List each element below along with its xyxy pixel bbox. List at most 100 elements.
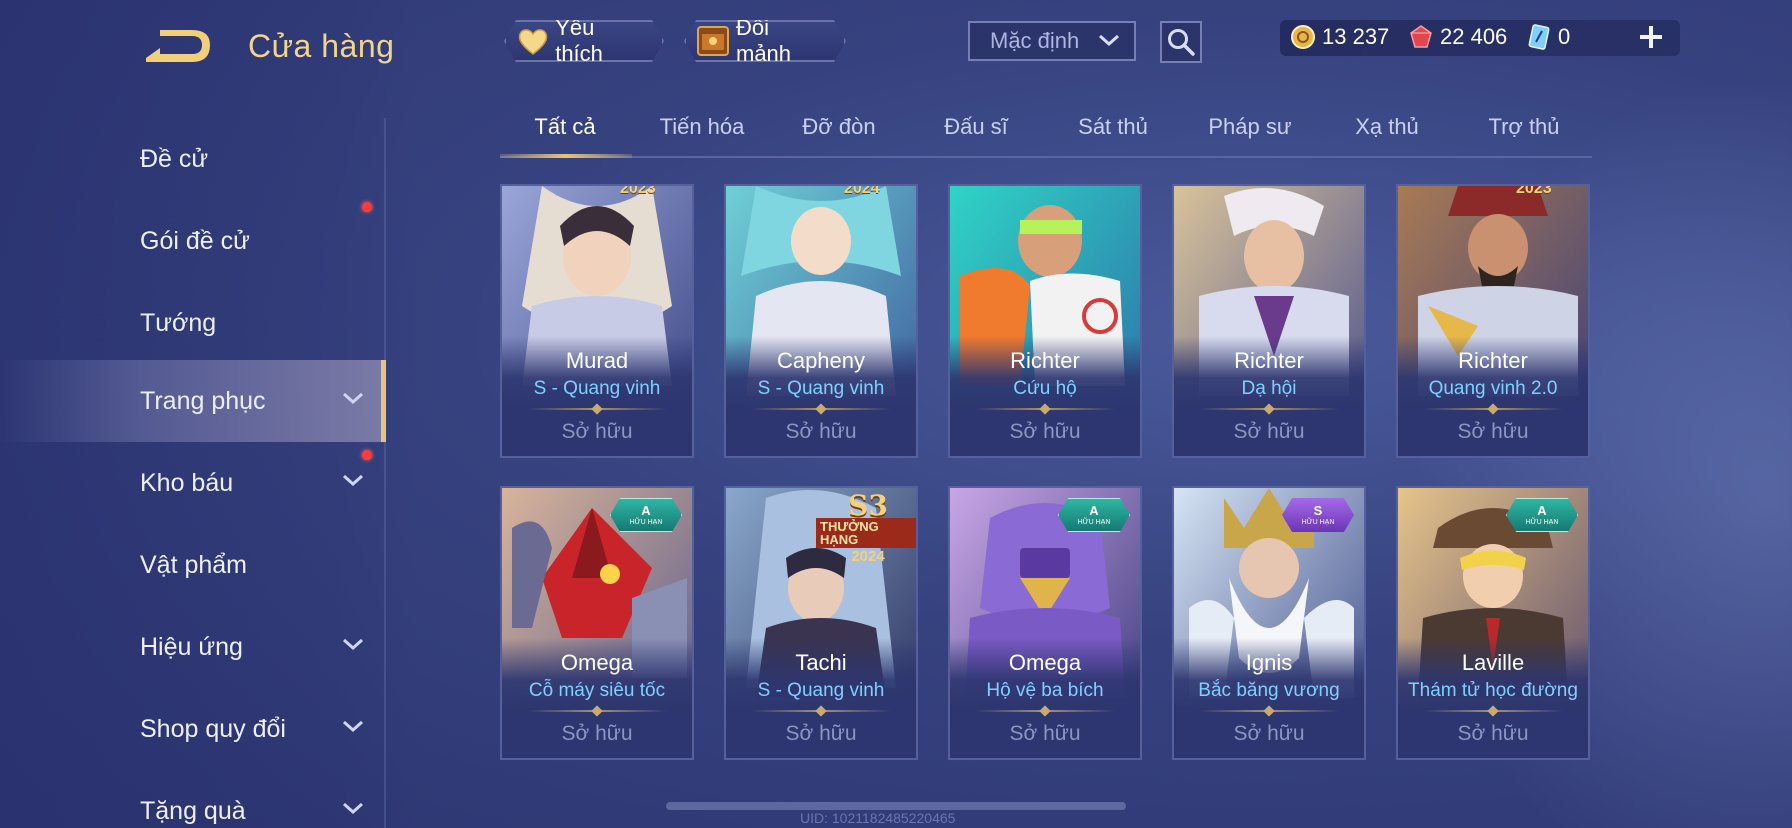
horizontal-scrollbar[interactable]: [666, 802, 1126, 810]
sidebar-item-label: Gói đề cử: [140, 226, 250, 255]
hero-name: Omega: [560, 650, 634, 675]
exchange-label: Đổi mảnh: [736, 15, 792, 66]
treasure-chest-icon: [696, 24, 730, 58]
skin-card[interactable]: A HỮU HẠN Omega Cỗ máy siêu tốc Sở hữu: [500, 486, 694, 760]
owned-status: Sở hữu: [785, 420, 857, 443]
owned-status: Sở hữu: [1233, 722, 1305, 745]
ruby-amount: 22 406: [1440, 24, 1508, 49]
owned-status: Sở hữu: [561, 420, 633, 443]
year-tag: 2024: [844, 184, 880, 197]
sidebar-item-skins[interactable]: Trang phục: [0, 360, 386, 442]
skin-card[interactable]: S HỮU HẠN Ignis Bắc băng vương Sở hữu: [1172, 486, 1366, 760]
sidebar-item-items[interactable]: Vật phẩm: [0, 524, 386, 606]
tab-evolution[interactable]: Tiến hóa: [637, 114, 767, 154]
favorites-label: Yêu thích: [555, 15, 603, 66]
search-button[interactable]: [1160, 21, 1202, 63]
sidebar-item-label: Trang phục: [140, 386, 266, 415]
sidebar-item-label: Hiệu ứng: [140, 632, 243, 661]
sidebar-item-label: Shop quy đổi: [140, 714, 286, 743]
skin-name: Bắc băng vương: [1198, 680, 1340, 701]
skin-card[interactable]: 2023 Richter Quang vinh 2.0 Sở hữu: [1396, 184, 1590, 458]
skin-card[interactable]: A HỮU HẠN Laville Thám tử học đường Sở hữ…: [1396, 486, 1590, 760]
tab-marksman[interactable]: Xạ thủ: [1322, 114, 1452, 154]
hero-name: Ignis: [1245, 650, 1293, 675]
back-button[interactable]: [140, 24, 216, 68]
plus-icon: [1640, 26, 1662, 48]
hero-name: Capheny: [776, 348, 866, 373]
tab-fighter[interactable]: Đấu sĩ: [911, 114, 1041, 154]
exchange-fragments-button[interactable]: Đổi mảnh: [684, 20, 846, 62]
owned-status: Sở hữu: [1233, 420, 1305, 443]
hero-name: Laville: [1461, 650, 1525, 675]
favorites-button[interactable]: Yêu thích: [504, 20, 664, 62]
back-arrow-icon: [146, 30, 210, 62]
chevron-down-icon: [343, 638, 363, 651]
sidebar-item-heroes[interactable]: Tướng: [0, 282, 386, 364]
year-tag: 2023: [620, 184, 656, 197]
hero-name: Richter: [1010, 348, 1080, 373]
chevron-down-icon: [1099, 34, 1119, 47]
skin-card[interactable]: S3 THƯỞNG HẠNG 2024 Tachi S - Quang vinh…: [724, 486, 918, 760]
hero-name: Omega: [1008, 650, 1082, 675]
skin-card[interactable]: 2023 Murad S - Quang vinh Sở hữu: [500, 184, 694, 458]
skin-name: Cỗ máy siêu tốc: [528, 680, 666, 701]
notification-dot: [362, 450, 372, 460]
tab-assassin[interactable]: Sát thủ: [1048, 114, 1178, 154]
tab-support[interactable]: Trợ thủ: [1459, 114, 1589, 154]
sidebar-item-exchange-shop[interactable]: Shop quy đổi: [0, 688, 386, 770]
tier-badge: S HỮU HẠN: [1282, 498, 1354, 532]
tab-tank[interactable]: Đỡ đòn: [774, 114, 904, 154]
sidebar-item-label: Vật phẩm: [140, 550, 248, 579]
skin-card[interactable]: Richter Cứu hộ Sở hữu: [948, 184, 1142, 458]
sidebar-item-treasure[interactable]: Kho báu: [0, 442, 386, 524]
add-currency-button[interactable]: [1634, 20, 1668, 54]
sidebar-item-label: Tặng quà: [140, 796, 246, 825]
sidebar-item-gifts[interactable]: Tặng quà: [0, 770, 386, 828]
hero-name: Tachi: [795, 650, 847, 675]
owned-status: Sở hữu: [561, 722, 633, 745]
chevron-down-icon: [343, 802, 363, 815]
skin-card[interactable]: A HỮU HẠN Omega Hộ vệ ba bích Sở hữu: [948, 486, 1142, 760]
tab-mage[interactable]: Pháp sư: [1185, 114, 1315, 154]
sidebar-item-recommended-bundles[interactable]: Gói đề cử: [0, 200, 386, 282]
sidebar-item-recommended[interactable]: Đề cử: [0, 118, 386, 200]
skin-card[interactable]: Richter Dạ hội Sở hữu: [1172, 184, 1366, 458]
ruby-icon: [1408, 24, 1434, 50]
chevron-down-icon: [343, 720, 363, 733]
skin-name: Dạ hội: [1241, 378, 1297, 399]
skin-card-icon: [1526, 24, 1552, 50]
active-tab-indicator: [500, 154, 632, 158]
skin-name: Thám tử học đường: [1408, 680, 1578, 701]
tab-all[interactable]: Tất cả: [500, 114, 630, 154]
year-tag: 2023: [1516, 184, 1552, 197]
skin-name: Quang vinh 2.0: [1428, 378, 1558, 399]
skin-name: S - Quang vinh: [533, 378, 661, 399]
owned-status: Sở hữu: [1009, 420, 1081, 443]
sidebar-item-label: Kho báu: [140, 468, 234, 497]
tier-badge: A HỮU HẠN: [1058, 498, 1130, 532]
hero-name: Richter: [1234, 348, 1304, 373]
skin-name: S - Quang vinh: [757, 378, 885, 399]
gold-amount: 13 237: [1322, 24, 1390, 49]
sort-value: Mặc định: [990, 28, 1080, 53]
search-icon: [1168, 29, 1195, 56]
chevron-down-icon: [343, 392, 363, 405]
card-balance: 0: [1526, 24, 1570, 50]
ruby-balance: 22 406: [1408, 24, 1507, 50]
gold-balance: 13 237: [1290, 24, 1389, 50]
notification-dot: [362, 202, 372, 212]
owned-status: Sở hữu: [785, 722, 857, 745]
skin-card[interactable]: 2024 Capheny S - Quang vinh Sở hữu: [724, 184, 918, 458]
skin-name: Cứu hộ: [1013, 378, 1077, 399]
owned-status: Sở hữu: [1457, 722, 1529, 745]
owned-status: Sở hữu: [1009, 722, 1081, 745]
card-amount: 0: [1558, 24, 1571, 49]
sidebar-item-effects[interactable]: Hiệu ứng: [0, 606, 386, 688]
user-id: UID: 1021182485220465: [800, 810, 956, 826]
page-title: Cửa hàng: [248, 28, 395, 64]
skin-name: S - Quang vinh: [757, 680, 885, 701]
sidebar-item-label: Đề cử: [140, 144, 209, 173]
sort-dropdown[interactable]: Mặc định: [968, 21, 1136, 61]
sidebar-item-label: Tướng: [140, 308, 217, 337]
sidebar: Đề cử Gói đề cử Tướng Trang phục Kho báu…: [0, 118, 386, 828]
